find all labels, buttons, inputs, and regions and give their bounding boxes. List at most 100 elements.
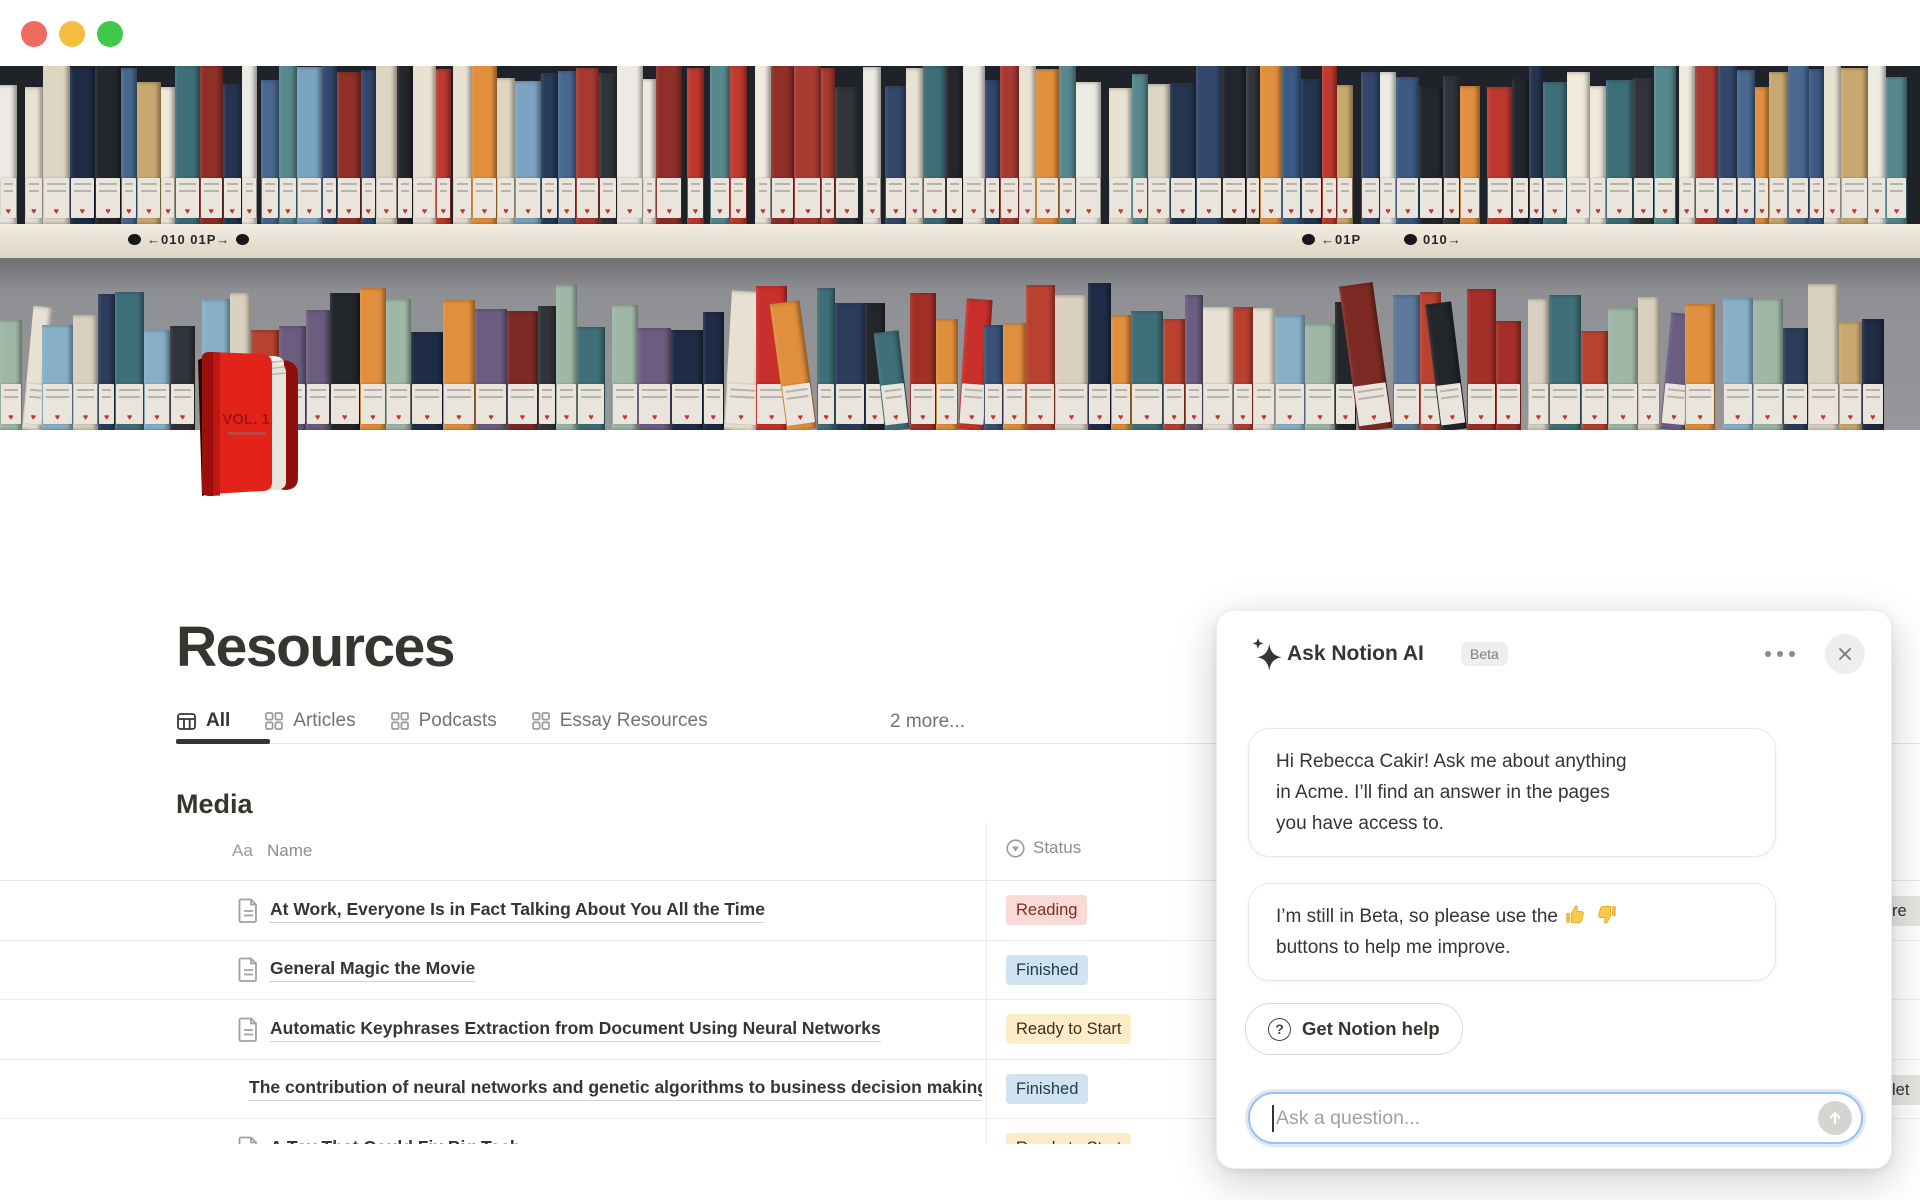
call-number-sticker (756, 178, 771, 218)
page-link[interactable]: General Magic the Movie (270, 957, 475, 982)
call-number-sticker (1394, 384, 1419, 424)
page-link[interactable]: At Work, Everyone Is in Fact Talking Abo… (270, 898, 765, 923)
shelf-dot (128, 234, 141, 245)
close-window-button[interactable] (21, 21, 47, 47)
book-spine (1753, 299, 1783, 431)
book-spine (1246, 66, 1260, 224)
call-number-sticker (412, 384, 442, 424)
call-number-sticker (1582, 384, 1607, 424)
column-header-name[interactable]: Name (267, 841, 312, 861)
call-number-sticker (1397, 178, 1418, 218)
book-spine (1512, 79, 1529, 224)
status-badge[interactable]: Ready to Start (1006, 1133, 1131, 1144)
call-number-sticker (1530, 178, 1542, 218)
call-number-sticker (578, 384, 604, 424)
call-number-sticker (1655, 178, 1675, 218)
book-spine (472, 66, 497, 224)
book-spine (1824, 66, 1841, 224)
get-notion-help-button[interactable]: Get Notion help (1245, 1003, 1463, 1055)
zoom-window-button[interactable] (97, 21, 123, 47)
call-number-sticker (454, 178, 471, 218)
document-icon (238, 898, 259, 923)
book-spine (1059, 66, 1076, 224)
book-spine (1361, 72, 1380, 224)
call-number-sticker (1027, 384, 1054, 424)
book-spine (453, 66, 472, 224)
tab-label: Articles (293, 710, 355, 732)
call-number-sticker (1, 384, 21, 424)
status-badge[interactable]: Ready to Start (1006, 1014, 1131, 1044)
page-title[interactable]: Resources (176, 614, 454, 680)
ai-message-line: in Acme. I’ll find an answer in the page… (1276, 777, 1748, 808)
tab-essay-resources[interactable]: Essay Resources (531, 710, 708, 732)
call-number-sticker (1186, 384, 1201, 424)
shelf-call-label: ←010 01P→ (128, 232, 249, 247)
status-badge[interactable]: Reading (1006, 895, 1087, 925)
call-number-sticker (201, 178, 222, 218)
call-number-sticker (444, 384, 474, 424)
book-spine (1196, 66, 1223, 224)
status-cell[interactable]: Ready to Start (1006, 1000, 1131, 1059)
name-cell[interactable]: General Magic the Movie (238, 941, 982, 1000)
page-link[interactable]: A Toy That Could Fix Big Tech (270, 1136, 521, 1144)
book-spine (617, 66, 643, 224)
call-number-sticker (1261, 178, 1280, 218)
send-question-button[interactable] (1818, 1101, 1852, 1135)
page-icon-red-book-emoji[interactable]: VOL. 1 (188, 350, 306, 498)
call-number-sticker (1544, 178, 1565, 218)
call-number-sticker (1461, 178, 1478, 218)
book-spine (541, 73, 558, 224)
book-spine (885, 86, 906, 225)
book-spine (1322, 66, 1337, 224)
call-number-sticker (1302, 178, 1321, 218)
book-spine (538, 306, 556, 430)
status-cell[interactable]: Ready to Start (1006, 1119, 1131, 1144)
status-badge[interactable]: Finished (1006, 1074, 1088, 1104)
book-spine (1148, 84, 1169, 224)
call-number-sticker (1770, 178, 1788, 218)
book-spine (710, 66, 729, 224)
book-spine (279, 66, 297, 224)
call-number-sticker (731, 178, 746, 218)
call-number-sticker (711, 178, 728, 218)
status-cell[interactable]: Finished (1006, 941, 1088, 1000)
minimize-window-button[interactable] (59, 21, 85, 47)
call-number-sticker (924, 178, 944, 218)
name-cell[interactable]: At Work, Everyone Is in Fact Talking Abo… (238, 881, 982, 940)
call-number-sticker (1696, 178, 1717, 218)
book-spine (923, 66, 945, 224)
book-spine (73, 315, 98, 431)
status-badge[interactable]: Finished (1006, 955, 1088, 985)
book-spine (1868, 66, 1886, 224)
tabs-more-button[interactable]: 2 more... (890, 711, 965, 733)
column-header-status[interactable]: Status (1006, 838, 1081, 858)
call-number-sticker (1591, 178, 1605, 218)
more-options-button[interactable] (1765, 651, 1795, 657)
book-spine (643, 79, 656, 224)
tab-all[interactable]: All (176, 710, 230, 732)
book-spine (577, 327, 605, 430)
call-number-sticker (1306, 384, 1334, 424)
close-panel-button[interactable] (1825, 634, 1865, 674)
page-link[interactable]: Automatic Keyphrases Extraction from Doc… (270, 1017, 881, 1042)
name-cell[interactable]: Automatic Keyphrases Extraction from Doc… (238, 1000, 982, 1059)
call-number-sticker (1276, 384, 1304, 424)
ask-question-input[interactable] (1274, 1107, 1818, 1130)
book-spine (963, 66, 985, 224)
name-cell[interactable]: The contribution of neural networks and … (238, 1060, 982, 1119)
book-spine (411, 332, 443, 430)
tab-articles[interactable]: Articles (264, 710, 355, 732)
call-number-sticker (71, 178, 94, 218)
book-spine (1608, 308, 1638, 430)
status-cell[interactable]: Reading (1006, 881, 1087, 940)
call-number-sticker (1197, 178, 1222, 218)
call-number-sticker (1420, 178, 1442, 218)
name-cell[interactable]: A Toy That Could Fix Big Tech (238, 1119, 982, 1144)
tab-podcasts[interactable]: Podcasts (390, 710, 497, 732)
call-number-sticker (1283, 178, 1300, 218)
call-number-sticker (516, 178, 540, 218)
call-number-sticker (1568, 178, 1590, 218)
call-number-sticker (473, 178, 496, 218)
status-cell[interactable]: Finished (1006, 1060, 1088, 1119)
page-link[interactable]: The contribution of neural networks and … (249, 1076, 982, 1101)
